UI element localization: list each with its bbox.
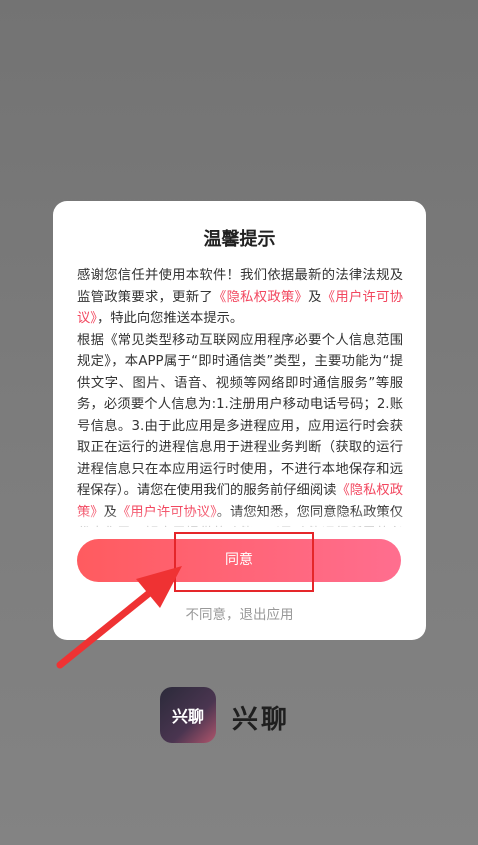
- app-icon: 兴聊: [160, 687, 216, 743]
- detail-text: 根据《常见类型移动互联网应用程序必要个人信息范围规定》，本APP属于“即时通信类…: [77, 332, 403, 499]
- dialog-title: 温馨提示: [203, 229, 276, 250]
- intro-and: 及: [308, 289, 322, 305]
- app-logo: 兴聊 兴聊: [160, 687, 330, 743]
- detail-paragraph: 根据《常见类型移动互联网应用程序必要个人信息范围规定》，本APP属于“即时通信类…: [77, 330, 403, 528]
- intro-end: ，特此向您推送本提示。: [96, 311, 244, 326]
- app-name: 兴聊: [232, 705, 291, 735]
- disagree-exit-link[interactable]: 不同意，退出应用: [53, 603, 426, 623]
- annotation-highlight-box: [174, 532, 314, 592]
- dialog-body: 感谢您信任并使用本软件！我们依据最新的法律法规及监管政策要求，更新了《隐私权政策…: [77, 265, 403, 527]
- intro-paragraph: 感谢您信任并使用本软件！我们依据最新的法律法规及监管政策要求，更新了《隐私权政策…: [77, 265, 403, 330]
- privacy-policy-link[interactable]: 《隐私权政策》: [213, 290, 308, 305]
